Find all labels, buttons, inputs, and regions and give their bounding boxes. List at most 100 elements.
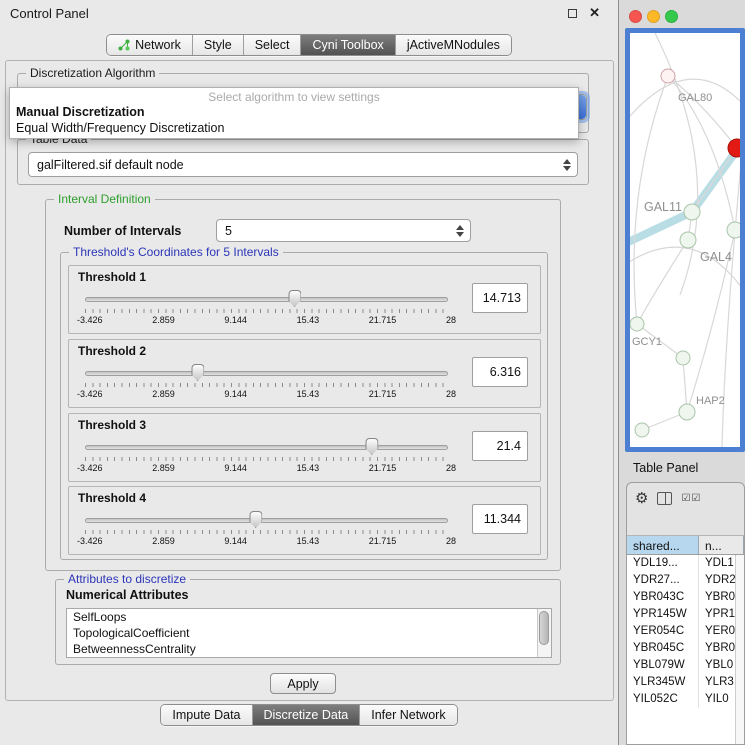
node[interactable]	[684, 204, 700, 220]
tick-label: 15.43	[297, 389, 320, 399]
slider-tick-labels: -3.4262.8599.14415.4321.71528	[77, 315, 456, 325]
threshold-1-value-field[interactable]: 14.713	[472, 283, 528, 313]
table-row[interactable]: YBR043C YBR0	[627, 589, 744, 606]
threshold-2-slider[interactable]	[85, 370, 448, 378]
slider-handle[interactable]	[191, 364, 204, 381]
combobox-stepper-icon[interactable]	[559, 159, 575, 171]
num-intervals-combobox[interactable]: 5	[216, 219, 471, 242]
close-icon[interactable]: ✕	[589, 5, 600, 21]
tab-discretize-data[interactable]: Discretize Data	[252, 705, 360, 725]
interval-definition-group: Interval Definition Number of Intervals …	[45, 199, 561, 571]
slider-tick-labels: -3.4262.8599.14415.4321.71528	[77, 389, 456, 399]
network-icon	[118, 39, 130, 51]
float-window-icon[interactable]	[568, 9, 577, 18]
threshold-2-value-field[interactable]: 6.316	[472, 357, 528, 387]
thick-edge[interactable]	[630, 143, 740, 245]
list-item[interactable]: BetweennessCentrality	[67, 641, 551, 657]
tick-label: 15.43	[297, 315, 320, 325]
select-columns-icon[interactable]: ☑☑	[681, 493, 701, 504]
column-header-shared-name[interactable]: shared...	[627, 535, 699, 555]
tab-infer-network[interactable]: Infer Network	[359, 705, 456, 725]
tick-label: 21.715	[369, 463, 397, 473]
gear-icon[interactable]: ⚙	[635, 491, 648, 506]
slider-track[interactable]	[85, 518, 448, 523]
screen: Control Panel ✕ Network Style Sel	[0, 0, 745, 745]
mac-minimize-button[interactable]	[647, 10, 660, 23]
tab-impute-data[interactable]: Impute Data	[161, 705, 251, 725]
node[interactable]	[676, 351, 690, 365]
mac-close-button[interactable]	[629, 10, 642, 23]
dropdown-option-equal-width-frequency[interactable]: Equal Width/Frequency Discretization	[10, 120, 578, 136]
cell-shared-name[interactable]: YIL052C	[627, 691, 699, 708]
node[interactable]	[661, 69, 675, 83]
slider-handle[interactable]	[288, 290, 301, 307]
slider-track[interactable]	[85, 445, 448, 450]
scrollbar-thumb[interactable]	[539, 611, 549, 645]
table-data-combobox-value: galFiltered.sif default node	[29, 158, 559, 172]
combobox-stepper-icon[interactable]	[452, 225, 468, 237]
table-panel-title: Table Panel	[633, 461, 698, 475]
list-item[interactable]: SelfLoops	[67, 609, 551, 625]
numerical-attributes-listbox[interactable]: SelfLoopsTopologicalCoefficientBetweenne…	[66, 608, 552, 658]
cell-shared-name[interactable]: YER054C	[627, 623, 699, 640]
column-layout-icon[interactable]	[657, 492, 672, 505]
slider-track[interactable]	[85, 371, 448, 376]
threshold-4-slider[interactable]	[85, 517, 448, 525]
tick-label: 2.859	[152, 463, 175, 473]
table-row[interactable]: YER054C YER0	[627, 623, 744, 640]
tick-label: 28	[446, 536, 456, 546]
node-label: GAL80	[678, 92, 712, 104]
tab-cyni-toolbox[interactable]: Cyni Toolbox	[300, 35, 394, 55]
table-row[interactable]: YBR045C YBR0	[627, 640, 744, 657]
table-body[interactable]: YDL19... YDL1 YDR27... YDR2 YBR043C YBR0…	[627, 555, 744, 744]
window-title: Control Panel	[10, 6, 89, 21]
table-row[interactable]: YDL19... YDL1	[627, 555, 744, 572]
tab-network[interactable]: Network	[107, 35, 192, 55]
interval-definition-group-label: Interval Definition	[54, 192, 155, 206]
node[interactable]	[680, 232, 696, 248]
slider-handle[interactable]	[249, 511, 262, 528]
table-row[interactable]: YBL079W YBL0	[627, 657, 744, 674]
thresholds-group-label: Threshold's Coordinates for 5 Intervals	[69, 245, 283, 259]
table-row[interactable]: YLR345W YLR3	[627, 674, 744, 691]
table-row[interactable]: YPR145W YPR1	[627, 606, 744, 623]
cell-shared-name[interactable]: YPR145W	[627, 606, 699, 623]
cell-shared-name[interactable]: YDR27...	[627, 572, 699, 589]
table-data-combobox[interactable]: galFiltered.sif default node	[28, 152, 578, 177]
node[interactable]	[679, 404, 695, 420]
column-header-name[interactable]: n...	[699, 535, 744, 555]
node[interactable]	[630, 317, 644, 331]
slider-handle[interactable]	[365, 438, 378, 455]
tab-select[interactable]: Select	[243, 35, 301, 55]
cell-shared-name[interactable]: YDL19...	[627, 555, 699, 572]
cell-shared-name[interactable]: YLR345W	[627, 674, 699, 691]
node[interactable]	[635, 423, 649, 437]
cell-shared-name[interactable]: YBR043C	[627, 589, 699, 606]
threshold-4-value-field[interactable]: 11.344	[472, 504, 528, 534]
cell-shared-name[interactable]: YBL079W	[627, 657, 699, 674]
slider-track[interactable]	[85, 297, 448, 302]
threshold-1-slider[interactable]	[85, 296, 448, 304]
list-item[interactable]: TopologicalCoefficient	[67, 625, 551, 641]
tab-label: Style	[204, 38, 232, 52]
dropdown-option-manual-discretization[interactable]: Manual Discretization	[10, 104, 578, 120]
tick-label: -3.426	[77, 536, 103, 546]
tab-label: Infer Network	[371, 708, 445, 722]
tab-style[interactable]: Style	[192, 35, 243, 55]
table-scrollbar[interactable]	[735, 555, 744, 744]
threshold-3-slider[interactable]	[85, 444, 448, 452]
table-row[interactable]: YIL052C YIL0	[627, 691, 744, 708]
node[interactable]	[727, 222, 740, 238]
cell-shared-name[interactable]: YBR045C	[627, 640, 699, 657]
threshold-3-value-field[interactable]: 21.4	[472, 431, 528, 461]
algorithm-group-label: Discretization Algorithm	[26, 66, 159, 80]
apply-button[interactable]: Apply	[270, 673, 336, 694]
network-canvas[interactable]: GAL80 GAL11 GAL4 GCY1 HAP2	[630, 33, 740, 447]
list-scrollbar[interactable]	[537, 609, 551, 657]
tab-label: Cyni Toolbox	[312, 38, 383, 52]
mac-zoom-button[interactable]	[665, 10, 678, 23]
tab-label: Network	[135, 38, 181, 52]
tab-jactivemnodules[interactable]: jActiveMNodules	[395, 35, 511, 55]
table-row[interactable]: YDR27... YDR2	[627, 572, 744, 589]
node-label: HAP2	[696, 395, 725, 407]
